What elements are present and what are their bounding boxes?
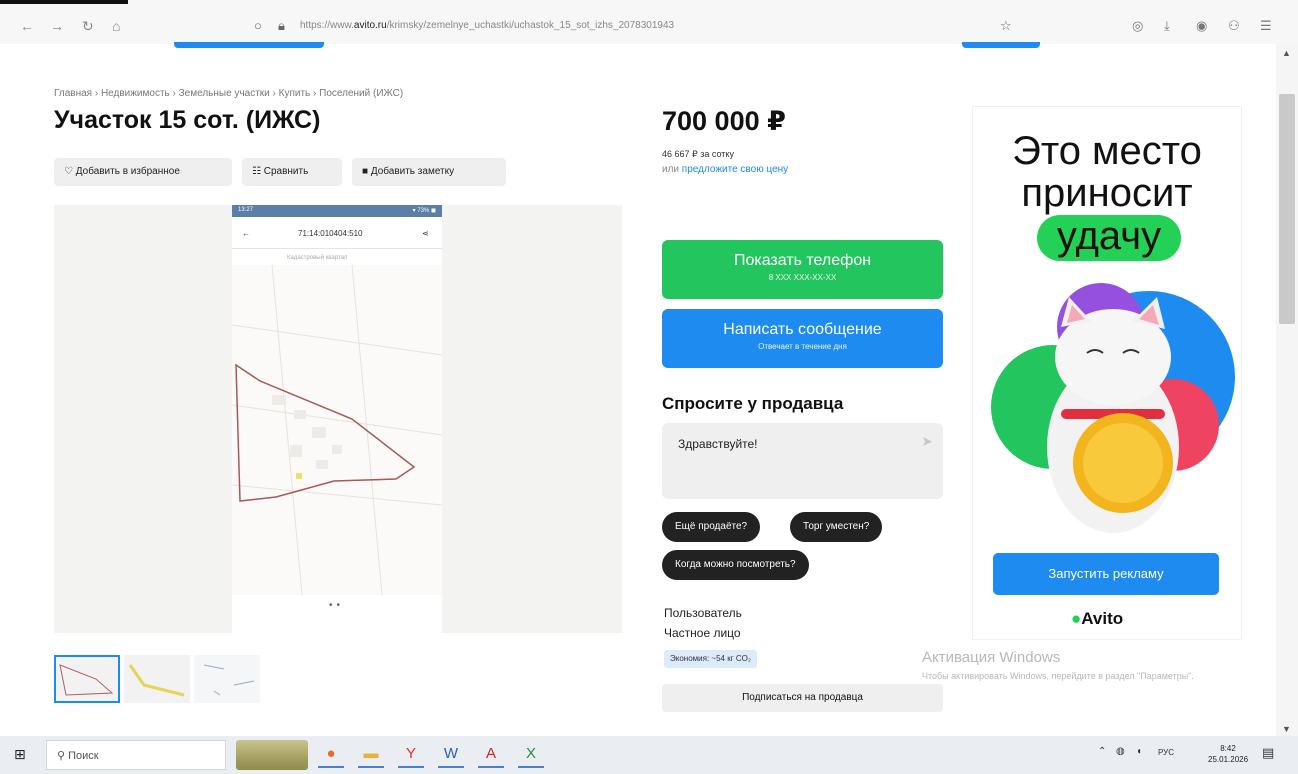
reload-icon[interactable]: ↻: [82, 18, 94, 35]
price: 700 000 ₽: [662, 106, 786, 136]
ad-headline-highlight: удачу: [1037, 215, 1181, 261]
photo-thumbnail[interactable]: [54, 655, 120, 703]
windows-activation-watermark: Активация Windows Чтобы активировать Win…: [922, 649, 1222, 683]
show-phone-label: Показать телефон: [733, 252, 872, 269]
back-icon[interactable]: ←: [20, 18, 34, 34]
ad-banner[interactable]: Это место приносит удачу Запустить рекла…: [972, 106, 1242, 640]
eco-badge[interactable]: Экономия: ~54 кг CO₂: [664, 650, 757, 668]
shield-icon[interactable]: ○: [254, 18, 262, 33]
quick-question-chip[interactable]: Ещё продаёте?: [662, 512, 761, 542]
reply-time: Отвечает в течение дня: [758, 342, 847, 351]
address-bar[interactable]: ○ 🔒︎ https://www.avito.ru/krimsky/zemeln…: [244, 14, 1034, 40]
lucky-cat-illustration: [991, 283, 1235, 533]
main-photo[interactable]: 13:27 ▾ 73% ◼ ← 71:14:010404:510 ⋖ Кадас…: [54, 205, 622, 633]
lock-icon[interactable]: 🔒︎: [278, 18, 285, 34]
forward-icon[interactable]: →: [50, 18, 64, 34]
show-phone-button[interactable]: Показать телефон 8 XXX XXX-XX-XX: [662, 240, 943, 299]
word-icon[interactable]: W: [438, 742, 464, 768]
photo-thumbnail[interactable]: [194, 655, 260, 703]
yandex-browser-icon[interactable]: Y: [398, 742, 424, 768]
extensions-icon[interactable]: ⚇: [1228, 18, 1240, 34]
tray-chevron-icon[interactable]: ⌃: [1098, 746, 1106, 757]
window-strip: [0, 0, 128, 4]
avito-logo: ●Avito: [1071, 609, 1123, 629]
add-note-button[interactable]: ■ Добавить заметку: [352, 158, 506, 186]
write-message-button[interactable]: Написать сообщение Отвечает в течение дн…: [662, 309, 943, 368]
parcel-map: [232, 264, 442, 596]
bookmark-star-icon[interactable]: ☆: [1000, 18, 1012, 34]
message-text[interactable]: Здравствуйте!: [678, 437, 758, 451]
seller-type: Частное лицо: [664, 626, 741, 640]
quick-question-chip[interactable]: Когда можно посмотреть?: [662, 550, 809, 580]
phone-screenshot: 13:27 ▾ 73% ◼ ← 71:14:010404:510 ⋖ Кадас…: [232, 205, 442, 633]
menu-icon[interactable]: ☰: [1260, 18, 1272, 34]
avito-logo-text: Avito: [1081, 609, 1124, 628]
breadcrumb[interactable]: Главная › Недвижимость › Земельные участ…: [54, 88, 403, 99]
windows-taskbar: ⊞ ⚲ Поиск ● ▬ Y W A X ⌃ ◍ ◖ РУС 8:42 25.…: [0, 736, 1298, 774]
activation-title: Активация Windows: [922, 649, 1061, 666]
file-explorer-icon[interactable]: ▬: [358, 742, 384, 768]
url-text[interactable]: https://www.avito.ru/krimsky/zemelnye_uc…: [300, 20, 674, 31]
language-indicator[interactable]: РУС: [1158, 748, 1174, 757]
write-message-label: Написать сообщение: [723, 321, 882, 338]
add-favorite-button[interactable]: ♡ Добавить в избранное: [54, 158, 232, 186]
activation-text: Чтобы активировать Windows, перейдите в …: [922, 671, 1194, 681]
taskbar-clock[interactable]: 8:42 25.01.2026: [1208, 743, 1248, 765]
page-title: Участок 15 сот. (ИЖС): [54, 106, 321, 134]
send-icon[interactable]: ➤: [921, 433, 933, 450]
notifications-icon[interactable]: ▤: [1262, 745, 1274, 761]
scroll-down-icon[interactable]: ▼: [1282, 724, 1291, 734]
taskbar-search[interactable]: ⚲ Поиск: [46, 740, 226, 770]
price-per-sotka: 46 667 ₽ за сотку: [662, 149, 734, 159]
account-icon[interactable]: ◉: [1196, 18, 1207, 34]
offer-price-link[interactable]: предложите свою цену: [682, 164, 788, 175]
search-icon: ⚲: [57, 750, 66, 762]
site-header-accent-right: [962, 42, 1040, 48]
phone-mask: 8 XXX XXX-XX-XX: [768, 273, 837, 282]
clock-date: 25.01.2026: [1208, 755, 1249, 764]
seller-name[interactable]: Пользователь: [664, 606, 742, 620]
taskbar-widget-icon[interactable]: [236, 740, 308, 770]
excel-icon[interactable]: X: [518, 742, 544, 768]
clock-time: 8:42: [1220, 744, 1236, 753]
download-icon[interactable]: ⤓: [1164, 18, 1170, 34]
firefox-icon[interactable]: ●: [318, 742, 344, 768]
offer-prefix: или: [662, 164, 680, 175]
avito-logo-icon: ●: [1071, 609, 1082, 628]
network-icon[interactable]: ◍: [1116, 746, 1125, 757]
ask-seller-title: Спросите у продавца: [662, 394, 844, 413]
page-scrollbar[interactable]: ▲ ▼: [1276, 44, 1298, 736]
pocket-icon[interactable]: ◎: [1132, 18, 1143, 34]
photo-thumbnail[interactable]: [124, 655, 190, 703]
taskbar-search-label: Поиск: [68, 750, 99, 762]
photo-pagination-dots[interactable]: ••: [329, 600, 344, 611]
volume-icon[interactable]: ◖: [1136, 746, 1142, 757]
scroll-up-icon[interactable]: ▲: [1282, 48, 1291, 58]
home-icon[interactable]: ⌂: [112, 18, 120, 34]
offer-price: или предложите свою цену: [662, 164, 788, 175]
quick-question-chip[interactable]: Торг уместен?: [790, 512, 883, 542]
message-input[interactable]: Здравствуйте! ➤: [662, 423, 943, 499]
windows-start-icon[interactable]: ⊞: [14, 746, 26, 763]
subscribe-seller-button[interactable]: Подписаться на продавца: [662, 684, 943, 712]
compare-button[interactable]: ☷ Сравнить: [242, 158, 342, 186]
ad-headline-2: приносит: [1021, 171, 1193, 215]
browser-toolbar: ← → ↻ ⌂ ○ 🔒︎ https://www.avito.ru/krimsk…: [0, 0, 1298, 44]
acrobat-icon[interactable]: A: [478, 742, 504, 768]
scrollbar-thumb[interactable]: [1279, 94, 1295, 324]
launch-ad-button[interactable]: Запустить рекламу: [993, 553, 1219, 595]
site-header-accent-left: [174, 42, 324, 48]
ad-headline-1: Это место: [1012, 129, 1202, 173]
